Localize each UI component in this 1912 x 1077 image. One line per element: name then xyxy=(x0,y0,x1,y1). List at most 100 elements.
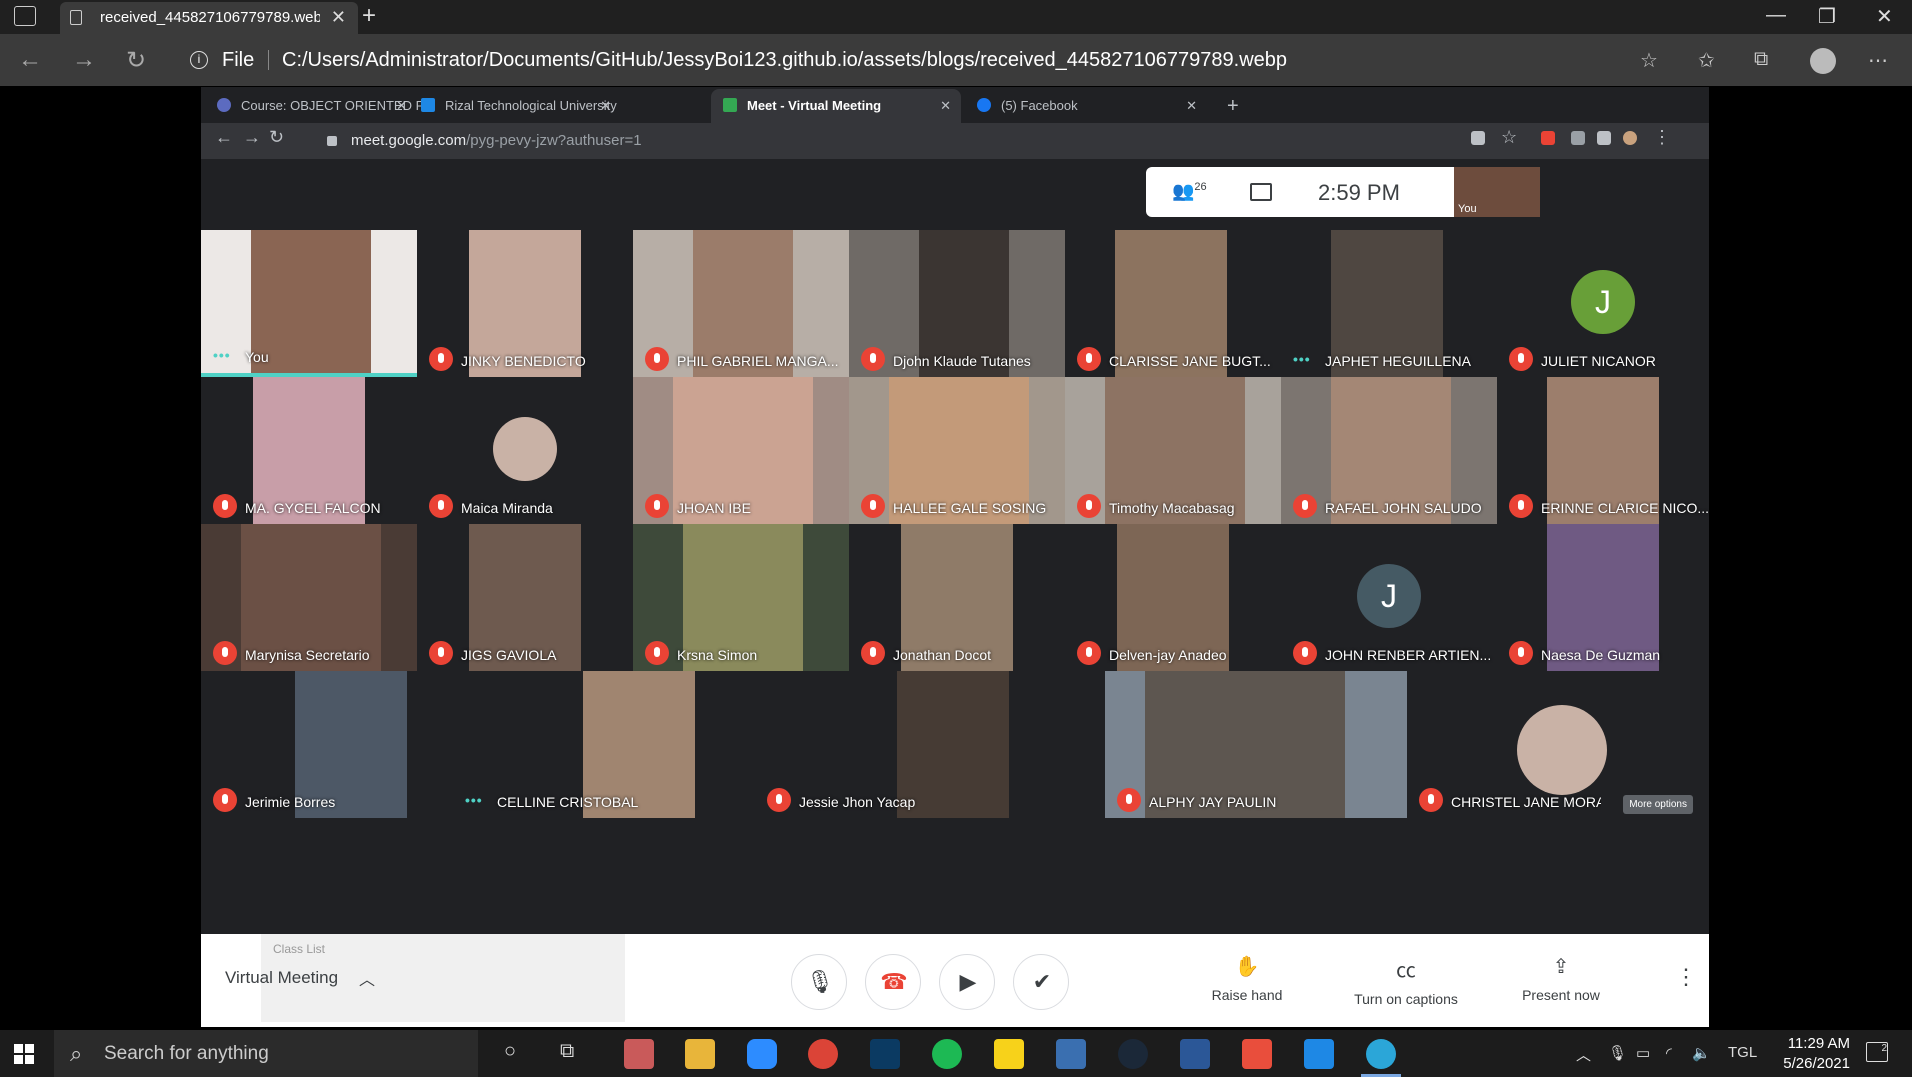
participant-tile[interactable]: JIGS GAVIOLA xyxy=(417,524,633,671)
task-view-icon[interactable]: ⧉ xyxy=(560,1040,574,1063)
participant-tile[interactable]: HALLEE GALE SOSING xyxy=(849,377,1065,524)
participant-tile[interactable]: JINKY BENEDICTO xyxy=(417,230,633,377)
camera-button[interactable]: ▶ xyxy=(939,954,995,1010)
close-tab-icon[interactable]: ✕ xyxy=(600,89,611,123)
info-icon[interactable]: i xyxy=(190,51,208,69)
chevron-up-icon[interactable]: ︿ xyxy=(1576,1044,1591,1065)
spotify-icon[interactable] xyxy=(932,1039,962,1069)
participant-tile[interactable]: JHOAN IBE xyxy=(633,377,849,524)
participant-tile[interactable]: Jerimie Borres xyxy=(201,671,453,818)
participant-tile[interactable]: ••• JAPHET HEGUILLENA xyxy=(1281,230,1497,377)
participant-tile[interactable]: ••• You xyxy=(201,230,417,377)
vscode-icon[interactable] xyxy=(1304,1039,1334,1069)
participant-tile[interactable]: MA. GYCEL FALCON xyxy=(201,377,417,524)
participant-tile[interactable]: PHIL GABRIEL MANGA... xyxy=(633,230,849,377)
chrome-back-icon[interactable]: ← xyxy=(215,127,233,148)
camera-icon[interactable] xyxy=(1471,131,1485,145)
cortana-icon[interactable]: ○ xyxy=(504,1040,516,1063)
close-window-button[interactable]: ✕ xyxy=(1876,4,1893,29)
microphone-icon[interactable]: 🎙 xyxy=(1608,1044,1627,1062)
vpn-icon[interactable] xyxy=(870,1039,900,1069)
close-tab-icon[interactable]: ✕ xyxy=(940,89,951,123)
captions-button[interactable]: ㏄ Turn on captions xyxy=(1341,954,1471,1007)
profile-avatar[interactable] xyxy=(1810,48,1836,74)
app-icon[interactable] xyxy=(1056,1039,1086,1069)
leave-call-button[interactable]: ☎ xyxy=(865,954,921,1010)
word-icon[interactable] xyxy=(1180,1039,1210,1069)
wifi-icon[interactable]: ◜ xyxy=(1666,1044,1672,1062)
edge-url-field[interactable]: i File C:/Users/Administrator/Documents/… xyxy=(176,42,1626,78)
back-arrow-icon[interactable]: ← xyxy=(18,46,42,74)
chrome-new-tab-button[interactable]: + xyxy=(1227,89,1239,123)
chrome-url-field[interactable]: meet.google.com/pyg-pevy-jzw?authuser=1 xyxy=(327,127,1617,155)
tab-actions-icon[interactable] xyxy=(14,6,36,26)
close-tab-icon[interactable]: ✕ xyxy=(331,7,346,28)
chrome-icon[interactable] xyxy=(808,1039,838,1069)
more-options-icon[interactable]: ⋮ xyxy=(1675,964,1697,990)
notification-center-icon[interactable]: 2 xyxy=(1866,1042,1888,1062)
participant-tile[interactable]: Marynisa Secretario xyxy=(201,524,417,671)
steam-icon[interactable] xyxy=(1118,1039,1148,1069)
volume-icon[interactable]: 🔈 xyxy=(1692,1044,1711,1062)
microphone-button[interactable]: 🎙 xyxy=(791,954,847,1010)
file-explorer-icon[interactable] xyxy=(685,1039,715,1069)
language-indicator[interactable]: TGL xyxy=(1728,1044,1757,1061)
participant-tile[interactable]: CLARISSE JANE BUGT... xyxy=(1065,230,1281,377)
bookmark-star-icon[interactable]: ☆ xyxy=(1501,127,1517,148)
git-icon[interactable] xyxy=(1242,1039,1272,1069)
forward-arrow-icon[interactable]: → xyxy=(72,46,96,74)
participant-tile[interactable]: Krsna Simon xyxy=(633,524,849,671)
self-view-thumbnail[interactable]: You xyxy=(1454,167,1540,217)
participant-tile[interactable]: Jonathan Docot xyxy=(849,524,1065,671)
extension-icon[interactable] xyxy=(1541,131,1555,145)
participant-tile[interactable]: Naesa De Guzman xyxy=(1497,524,1709,671)
participant-tile[interactable]: ALPHY JAY PAULIN xyxy=(1105,671,1407,818)
chrome-tab-4[interactable]: (5) Facebook ✕ xyxy=(977,89,1207,123)
chrome-forward-icon[interactable]: → xyxy=(243,127,261,148)
participant-tile[interactable]: Maica Miranda xyxy=(417,377,633,524)
taskbar-clock[interactable]: 11:29 AM 5/26/2021 xyxy=(1760,1034,1850,1074)
puzzle-icon[interactable] xyxy=(1597,131,1611,145)
sticky-notes-icon[interactable] xyxy=(994,1039,1024,1069)
participant-tile[interactable]: Djohn Klaude Tutanes xyxy=(849,230,1065,377)
restore-button[interactable]: ❐ xyxy=(1818,4,1836,29)
close-tab-icon[interactable]: ✕ xyxy=(1186,89,1197,123)
chrome-tab-2[interactable]: Rizal Technological University ✕ xyxy=(421,89,621,123)
participant-tile[interactable]: RAFAEL JOHN SALUDO xyxy=(1281,377,1497,524)
windows-start-icon[interactable] xyxy=(14,1044,34,1064)
people-icon[interactable]: 👥26 xyxy=(1172,181,1207,202)
new-tab-button[interactable]: + xyxy=(362,2,376,30)
close-tab-icon[interactable]: ✕ xyxy=(396,89,407,123)
chrome-tab-1[interactable]: Course: OBJECT ORIENTED PR ✕ xyxy=(217,89,434,123)
zoom-icon[interactable] xyxy=(747,1039,777,1069)
chrome-tab-3[interactable]: Meet - Virtual Meeting ✕ xyxy=(711,89,961,123)
edge-icon[interactable] xyxy=(1366,1039,1396,1069)
chrome-menu-icon[interactable]: ⋮ xyxy=(1653,127,1671,148)
chrome-reload-icon[interactable]: ↻ xyxy=(269,127,284,148)
meeting-details-title[interactable]: Virtual Meeting xyxy=(225,968,338,988)
chevron-up-icon[interactable]: ︿ xyxy=(359,966,375,990)
checkmark-button[interactable]: ✔ xyxy=(1013,954,1069,1010)
collections-icon[interactable]: ⧉ xyxy=(1754,48,1768,71)
favorites-icon[interactable]: ✩ xyxy=(1698,48,1715,73)
edge-tab-active[interactable]: received_445827106779789.webp ✕ xyxy=(60,2,358,34)
participant-tile[interactable]: Delven-jay Anadeo xyxy=(1065,524,1281,671)
more-menu-icon[interactable]: ⋯ xyxy=(1868,48,1888,73)
taskbar-search-box[interactable]: ⌕ Search for anything xyxy=(54,1030,478,1077)
refresh-icon[interactable]: ↻ xyxy=(126,46,146,75)
battery-icon[interactable]: ▭ xyxy=(1636,1044,1650,1062)
participant-tile[interactable]: Jessie Jhon Yacap xyxy=(755,671,1057,818)
minimize-button[interactable]: — xyxy=(1766,4,1786,27)
participant-tile[interactable]: J JULIET NICANOR xyxy=(1497,230,1709,377)
raise-hand-button[interactable]: ✋ Raise hand xyxy=(1207,954,1287,1003)
participant-tile[interactable]: CHRISTEL JANE MORALES More options xyxy=(1407,671,1709,818)
profile-avatar[interactable] xyxy=(1623,131,1637,145)
participant-tile[interactable]: Timothy Macabasag xyxy=(1065,377,1281,524)
add-favorite-icon[interactable]: ☆ xyxy=(1640,48,1658,73)
participant-tile[interactable]: ERINNE CLARICE NICO... xyxy=(1497,377,1709,524)
participant-tile[interactable]: ••• CELLINE CRISTOBAL xyxy=(453,671,755,818)
extension-icon[interactable] xyxy=(1571,131,1585,145)
snipping-tool-icon[interactable] xyxy=(624,1039,654,1069)
participant-tile[interactable]: J JOHN RENBER ARTIEN... xyxy=(1281,524,1497,671)
chat-icon[interactable] xyxy=(1250,183,1272,201)
